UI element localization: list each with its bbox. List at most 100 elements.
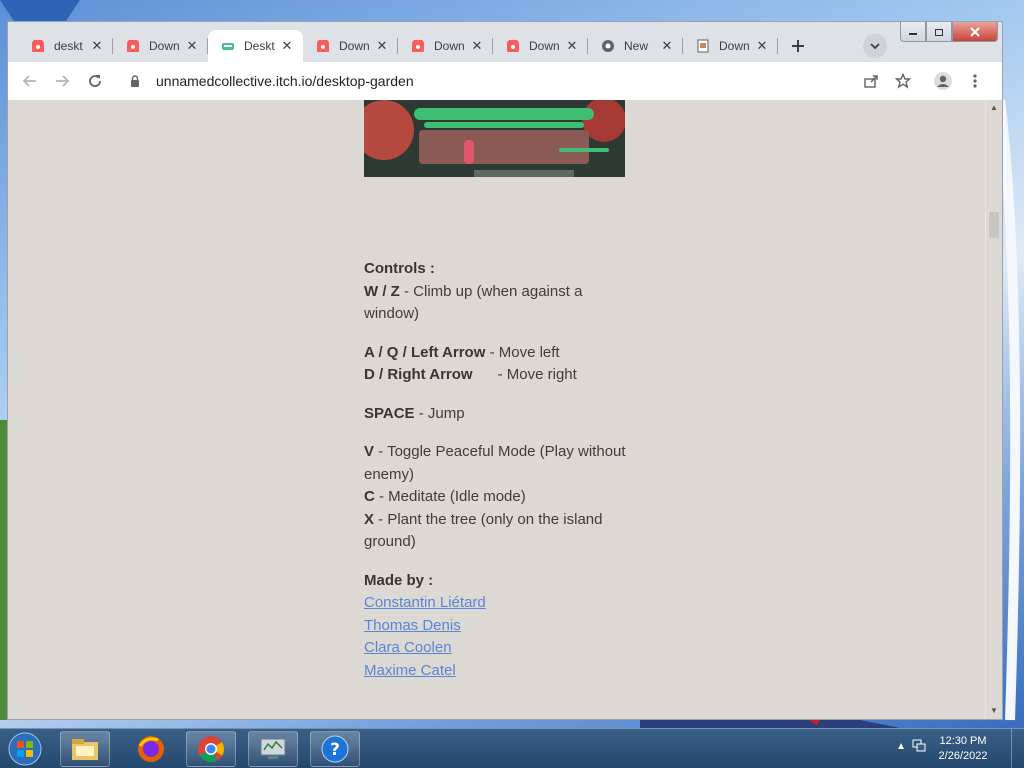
scroll-down-arrow[interactable]: ▼ [989, 706, 999, 716]
control-line: C - Meditate (Idle mode) [364, 488, 526, 505]
tray-expand-icon[interactable]: ▲ [896, 741, 906, 752]
control-line: X - Plant the tree (only on the island g… [364, 510, 603, 551]
tab-title: Down [434, 39, 465, 53]
explorer-icon [72, 739, 98, 760]
browser-tab[interactable]: Down ✕ [113, 30, 208, 62]
browser-tab[interactable]: New ✕ [588, 30, 683, 62]
browser-tab[interactable]: Down ✕ [398, 30, 493, 62]
tab-search-button[interactable] [863, 34, 887, 58]
control-line: W / Z - Climb up (when against a window) [364, 282, 583, 323]
scroll-up-arrow[interactable]: ▲ [989, 103, 999, 113]
game-icon [220, 38, 236, 54]
game-screenshot [364, 100, 625, 177]
tab-separator [777, 38, 778, 54]
lock-icon [130, 74, 144, 88]
itch-icon [30, 38, 46, 54]
minimize-button[interactable] [900, 22, 926, 42]
windows-logo-icon [8, 732, 42, 766]
control-line: D / Right Arrow - Move right [364, 366, 577, 383]
browser-toolbar: unnamedcollective.itch.io/desktop-garden [8, 62, 1002, 101]
page-scrollbar[interactable]: ▲ ▼ [985, 100, 1002, 719]
browser-tab[interactable]: Down ✕ [303, 30, 398, 62]
new-tab-button[interactable] [786, 34, 810, 58]
forward-button[interactable] [50, 69, 74, 93]
bookmark-button[interactable] [891, 69, 915, 93]
minimize-icon [909, 32, 917, 35]
control-line: V - Toggle Peaceful Mode (Play without e… [364, 443, 626, 483]
plus-icon [792, 40, 804, 52]
control-line: SPACE - Jump [364, 404, 465, 422]
tab-title: Down [719, 39, 750, 53]
avatar-icon [934, 72, 952, 90]
chrome-icon [198, 736, 225, 763]
scrollbar-thumb[interactable] [989, 212, 999, 238]
tab-title: Down [529, 39, 560, 53]
star-icon [895, 73, 911, 89]
close-tab-icon[interactable]: ✕ [754, 38, 770, 54]
close-tab-icon[interactable]: ✕ [184, 38, 200, 54]
author-link[interactable]: Thomas Denis [364, 615, 634, 638]
arrow-left-icon [22, 75, 36, 87]
browser-tab[interactable]: deskt ✕ [18, 30, 113, 62]
taskbar: ? ▲ 12:30 PM 2/26/2022 [0, 728, 1024, 768]
game-description: Controls : W / Z - Climb up (when agains… [364, 258, 634, 682]
tab-title: deskt [54, 39, 83, 53]
close-tab-icon[interactable]: ✕ [564, 38, 580, 54]
page-content: Controls : W / Z - Climb up (when agains… [8, 100, 986, 719]
browser-tab[interactable]: Down ✕ [493, 30, 588, 62]
reload-button[interactable] [83, 69, 107, 93]
close-tab-icon[interactable]: ✕ [659, 38, 675, 54]
svg-text:?: ? [330, 740, 340, 760]
maximize-button[interactable] [926, 22, 952, 42]
taskbar-firefox-button[interactable] [126, 731, 176, 767]
show-desktop-button[interactable] [1011, 729, 1024, 768]
close-tab-icon[interactable]: ✕ [374, 38, 390, 54]
author-link[interactable]: Maxime Catel [364, 660, 634, 683]
firefox-icon [138, 736, 164, 762]
system-clock[interactable]: 12:30 PM 2/26/2022 [928, 734, 998, 764]
taskbar-chrome-button[interactable] [186, 731, 236, 767]
browser-tab[interactable]: Deskt ✕ [208, 30, 303, 62]
close-window-button[interactable] [952, 22, 998, 42]
close-tab-icon[interactable]: ✕ [279, 38, 295, 54]
menu-button[interactable] [963, 69, 987, 93]
taskbar-monitor-button[interactable] [248, 731, 298, 767]
profile-button[interactable] [931, 69, 955, 93]
browser-tab[interactable]: Down ✕ [683, 30, 778, 62]
back-button[interactable] [18, 69, 42, 93]
close-tab-icon[interactable]: ✕ [469, 38, 485, 54]
chrome-icon [600, 38, 616, 54]
clock-time: 12:30 PM [939, 735, 987, 747]
controls-heading: Controls : [364, 260, 435, 277]
url-text: unnamedcollective.itch.io/desktop-garden [156, 73, 414, 89]
taskbar-explorer-button[interactable] [60, 731, 110, 767]
taskbar-help-button[interactable]: ? [310, 731, 360, 767]
author-link[interactable]: Constantin Liétard [364, 592, 634, 615]
tab-strip: deskt ✕ Down ✕ Deskt ✕ Down ✕ Down ✕ Down ✕ New ✕ Down… [8, 22, 1002, 62]
tab-title: Down [149, 39, 180, 53]
kebab-menu-icon [973, 74, 977, 88]
chevron-down-icon [870, 43, 880, 50]
itch-icon [505, 38, 521, 54]
file-icon [695, 38, 711, 54]
restore-icon [935, 28, 943, 36]
network-icon[interactable] [912, 739, 926, 756]
close-tab-icon[interactable]: ✕ [89, 38, 105, 54]
reload-icon [89, 75, 101, 87]
start-button[interactable] [4, 731, 46, 767]
share-icon [864, 75, 878, 88]
itch-icon [315, 38, 331, 54]
tab-title: New [624, 39, 649, 53]
help-icon: ? [321, 735, 349, 763]
tab-title: Down [339, 39, 370, 53]
clock-date: 2/26/2022 [938, 750, 988, 762]
monitor-icon [260, 738, 286, 759]
share-button[interactable] [859, 69, 883, 93]
made-by-heading: Made by : [364, 571, 434, 589]
itch-icon [125, 38, 141, 54]
author-link[interactable]: Clara Coolen [364, 637, 634, 660]
address-bar[interactable]: unnamedcollective.itch.io/desktop-garden [118, 67, 848, 95]
control-line: A / Q / Left Arrow - Move left [364, 343, 560, 361]
itch-icon [410, 38, 426, 54]
arrow-right-icon [56, 75, 70, 87]
